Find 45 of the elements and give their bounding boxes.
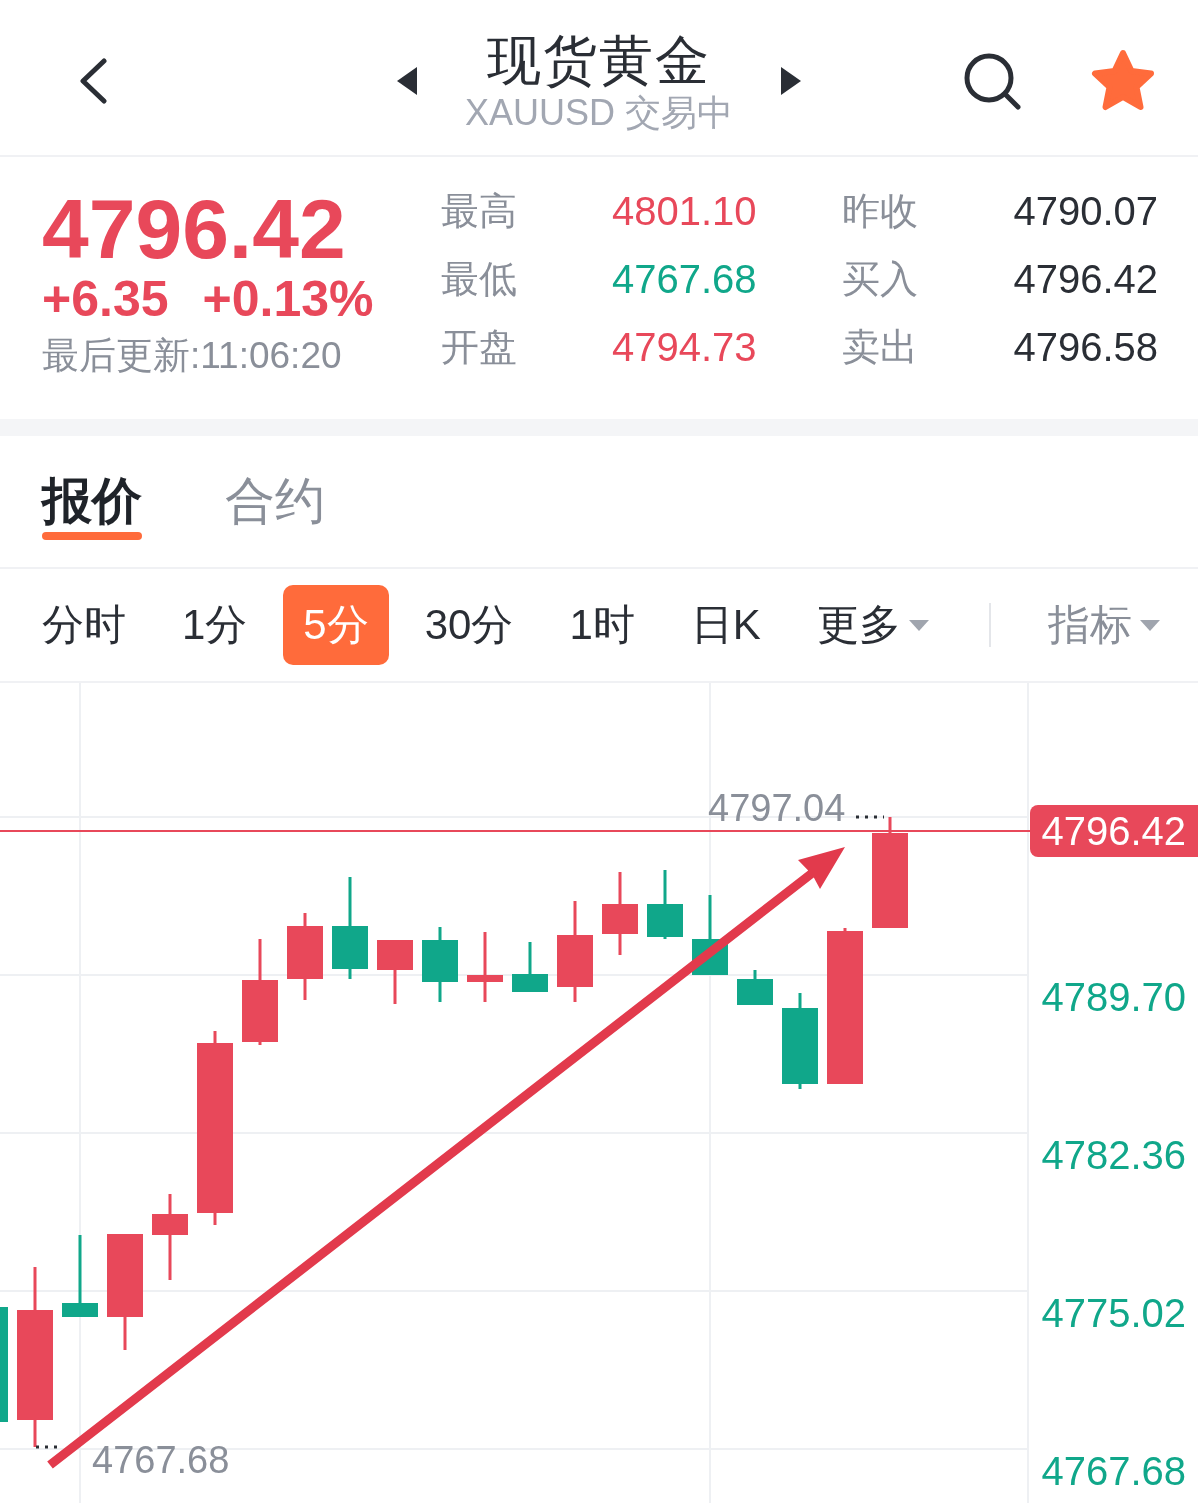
last-update-time: 最后更新:11:06:20 [42,334,343,378]
low-price-label: 4767.68 [92,1439,230,1481]
price-axis-label: 4767.68 [1041,1449,1186,1493]
star-icon[interactable] [1089,49,1157,112]
stat-label: 最低 [441,256,518,302]
candle [647,870,683,939]
search-icon[interactable] [963,51,1021,110]
stat-label: 最高 [441,188,518,234]
triangle-right-icon[interactable] [781,66,801,95]
period-tab[interactable]: 分时 [22,585,146,665]
period-tab[interactable]: 日K [670,585,781,665]
period-tab[interactable]: 1分 [162,585,268,665]
price-axis-label: 4782.36 [1041,1133,1186,1177]
stat-value: 4767.68 [612,256,758,303]
stat-value: 4801.10 [612,188,758,235]
leader-line [856,815,884,819]
triangle-left-icon[interactable] [397,66,417,95]
stat-value: 4796.58 [1012,324,1158,371]
period-tab[interactable]: 1时 [549,585,655,665]
tab[interactable]: 报价 [42,473,142,540]
high-price-label: 4797.04 [708,787,846,829]
period-tab[interactable]: 30分 [404,585,534,665]
stat-label: 买入 [842,256,919,302]
stat-value: 4794.73 [612,324,758,371]
current-price: 4796.42 [42,187,347,271]
stat-label: 卖出 [842,324,919,370]
page-title: 现货黄金 [486,28,712,92]
price-axis-label: 4789.70 [1041,975,1186,1019]
candle [512,942,548,992]
stat-value: 4790.07 [1012,188,1158,235]
more-menu[interactable]: 更多 [796,585,949,665]
stat-label: 昨收 [842,188,919,234]
symbol-status: XAUUSD 交易中 [465,91,733,134]
current-price-badge: 4796.42 [1030,805,1198,857]
stat-value: 4796.42 [1012,256,1158,303]
candle [377,940,413,1004]
chevron-left-icon[interactable] [78,57,108,104]
caret-icon [1140,619,1160,631]
price-axis-label: 4775.02 [1041,1291,1186,1335]
stat-label: 开盘 [441,324,518,370]
candle [737,970,773,1005]
price-change: +6.35 [42,271,169,327]
percent-change: +0.13% [202,271,374,327]
candle [467,932,503,1002]
caret-icon [908,619,929,631]
